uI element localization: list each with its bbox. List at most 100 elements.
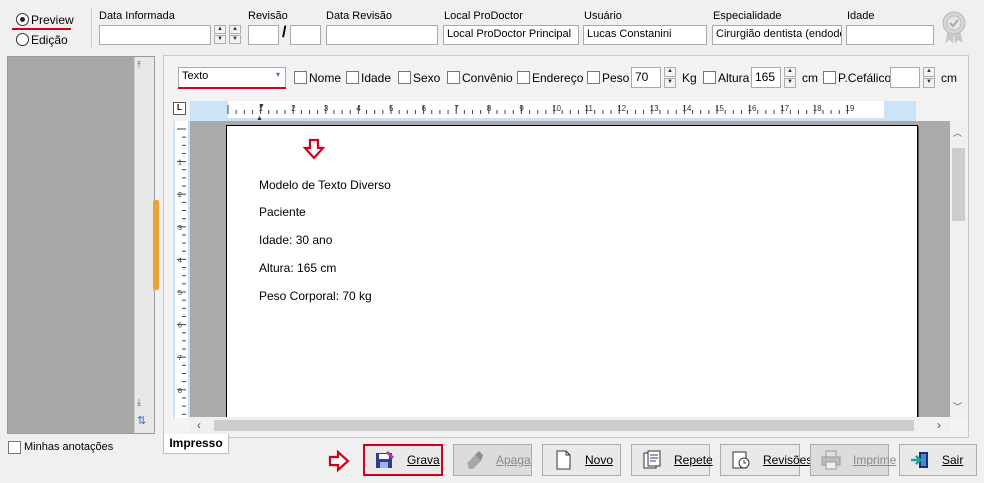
pcefalico-field[interactable] — [890, 67, 920, 88]
vertical-scroll-thumb[interactable] — [952, 148, 965, 221]
ruler-corner-button[interactable]: L — [173, 102, 186, 115]
sexo-label: Sexo — [413, 71, 441, 85]
novo-button[interactable]: Novo — [542, 444, 621, 476]
notes-label: Minhas anotações — [24, 441, 114, 453]
preview-radio[interactable] — [16, 13, 29, 26]
nome-checkbox[interactable] — [294, 71, 307, 84]
data-informada-label: Data Informada — [99, 10, 175, 22]
peso-checkbox[interactable] — [587, 71, 600, 84]
splitter-handle[interactable] — [153, 200, 159, 290]
local-field[interactable]: Local ProDoctor Principal — [443, 25, 579, 45]
printer-icon — [821, 450, 841, 470]
revisao-label: Revisão — [248, 10, 288, 22]
pcefalico-spin-down[interactable]: ▼ — [923, 78, 935, 88]
repeat-document-icon — [642, 450, 662, 470]
doc-line-title: Modelo de Texto Diverso — [259, 178, 391, 192]
tab-impresso[interactable]: Impresso — [163, 434, 229, 454]
convenio-label: Convênio — [462, 71, 513, 85]
sexo-checkbox[interactable] — [398, 71, 411, 84]
ruler-number: 19 — [845, 104, 854, 113]
scroll-up-icon[interactable]: ︿ — [953, 126, 962, 139]
ruler-number: 2 — [178, 192, 182, 199]
ruler-number: 3 — [178, 225, 182, 232]
usuario-field[interactable]: Lucas Constanini — [583, 25, 707, 45]
data-revisao-field[interactable] — [326, 25, 438, 45]
pcefalico-spin-up[interactable]: ▲ — [923, 67, 935, 77]
data-revisao-label: Data Revisão — [326, 10, 393, 22]
idade-check-label: Idade — [361, 71, 392, 85]
edit-label[interactable]: Edição — [31, 33, 68, 47]
scroll-top-icon[interactable]: ⤒ — [137, 60, 141, 71]
revisoes-button[interactable]: Revisões — [720, 444, 812, 476]
revisions-icon — [731, 450, 751, 470]
repete-button[interactable]: Repete — [631, 444, 713, 476]
endereco-checkbox[interactable] — [517, 71, 530, 84]
altura-spin-up[interactable]: ▲ — [784, 67, 796, 77]
scroll-left-icon[interactable]: ‹ — [197, 418, 201, 432]
idade-checkbox[interactable] — [346, 71, 359, 84]
apaga-button[interactable]: Apaga — [453, 444, 532, 476]
ruler-number: 16 — [748, 104, 757, 113]
indent-marker[interactable]: ▼ — [258, 103, 265, 110]
save-icon — [375, 450, 395, 470]
preview-underline — [12, 28, 71, 30]
notes-checkbox[interactable] — [8, 441, 21, 454]
peso-spin-up[interactable]: ▲ — [664, 67, 676, 77]
type-select[interactable]: Texto ▾ — [178, 67, 286, 88]
altura-spin-down[interactable]: ▼ — [784, 78, 796, 88]
ruler-number: 8 — [178, 388, 182, 395]
left-panel-scrollbar[interactable] — [134, 57, 154, 433]
ruler-number: 17 — [780, 104, 789, 113]
altura-field[interactable]: 165 — [751, 67, 781, 88]
altura-checkbox[interactable] — [703, 71, 716, 84]
grava-button[interactable]: Grava — [363, 444, 443, 476]
header-divider — [91, 8, 92, 48]
pcefalico-unit: cm — [941, 71, 957, 85]
edit-radio[interactable] — [16, 33, 29, 46]
idade-field[interactable] — [846, 25, 934, 45]
peso-spin-down[interactable]: ▼ — [664, 78, 676, 88]
data-informada-field[interactable] — [99, 25, 211, 45]
ruler-number: 12 — [617, 104, 626, 113]
local-label: Local ProDoctor — [444, 10, 523, 22]
ruler-number: 13 — [650, 104, 659, 113]
idade-label: Idade — [847, 10, 875, 22]
date-spin-up[interactable]: ▲ — [214, 25, 226, 34]
convenio-checkbox[interactable] — [447, 71, 460, 84]
doc-line-altura: Altura: 165 cm — [259, 261, 337, 275]
ruler-number: 3 — [324, 104, 329, 113]
new-document-icon — [553, 450, 573, 470]
time-spin-down[interactable]: ▼ — [229, 35, 241, 44]
ruler-number: 18 — [813, 104, 822, 113]
especialidade-field[interactable]: Cirurgião dentista (endodo — [712, 25, 842, 45]
ruler-number: 15 — [715, 104, 724, 113]
scroll-down-icon[interactable]: ﹀ — [953, 400, 962, 413]
ruler-number: 10 — [552, 104, 561, 113]
chevron-down-icon: ▾ — [275, 70, 280, 79]
revisao-separator: / — [282, 24, 287, 41]
ruler-number: 4 — [356, 104, 361, 113]
revisao-total-field[interactable] — [290, 25, 321, 45]
nome-label: Nome — [309, 71, 342, 85]
seal-icon[interactable] — [941, 10, 967, 44]
peso-field[interactable]: 70 — [631, 67, 661, 88]
revisao-field[interactable] — [248, 25, 279, 45]
pcefalico-checkbox[interactable] — [823, 71, 836, 84]
scroll-bottom-icon[interactable]: ⤓ — [137, 397, 141, 408]
right-arrow-icon — [328, 449, 350, 476]
horizontal-scroll-thumb[interactable] — [214, 420, 914, 431]
left-panel — [7, 56, 155, 434]
ruler-number: 6 — [178, 323, 182, 330]
doc-line-idade: Idade: 30 ano — [259, 233, 333, 247]
date-spin-down[interactable]: ▼ — [214, 35, 226, 44]
time-spin-up[interactable]: ▲ — [229, 25, 241, 34]
preview-label[interactable]: Preview — [31, 13, 74, 27]
ruler-number: 6 — [422, 104, 427, 113]
doc-line-paciente: Paciente — [259, 205, 306, 219]
peso-label: Peso — [602, 71, 630, 85]
vertical-ruler-ticks: 1 2 3 4 5 6 7 8 — [177, 128, 186, 415]
imprime-button[interactable]: Imprime — [810, 444, 896, 476]
swap-icon[interactable]: ⇅ — [137, 414, 146, 427]
scroll-right-icon[interactable]: › — [937, 418, 941, 432]
sair-button[interactable]: Sair — [899, 444, 977, 476]
